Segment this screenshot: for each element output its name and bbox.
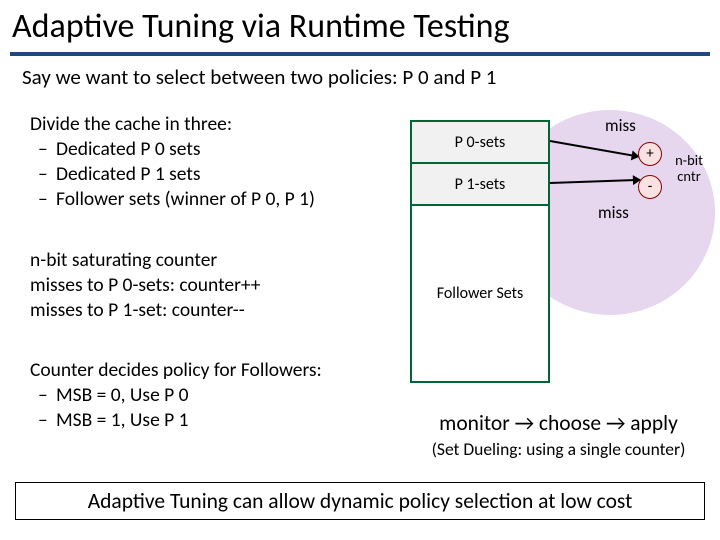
block3-intro: Counter decides policy for Followers: <box>30 358 400 383</box>
block2-l2: misses to P 0-sets: counter++ <box>30 273 400 298</box>
slide-subtitle: Say we want to select between two polici… <box>22 64 496 90</box>
miss-label-top: miss <box>605 115 636 136</box>
slide-title: Adaptive Tuning via Runtime Testing <box>12 6 510 47</box>
p0-sets-row: P 0-sets <box>412 122 548 164</box>
counter-label: n-bit cntr <box>668 153 710 185</box>
list-item: Dedicated P 1 sets <box>30 162 400 187</box>
block2-l3: misses to P 1-set: counter-- <box>30 298 400 323</box>
block1-intro: Divide the cache in three: <box>30 112 400 137</box>
list-item: Follower sets (winner of P 0, P 1) <box>30 187 400 212</box>
follower-sets-row: Follower Sets <box>412 206 548 381</box>
minus-icon: - <box>638 175 662 199</box>
block2-l1: n-bit saturating counter <box>30 248 400 273</box>
text-block-divide: Divide the cache in three: Dedicated P 0… <box>30 112 400 212</box>
diagram: P 0-sets P 1-sets Follower Sets miss mis… <box>410 120 710 420</box>
monitor-line: monitor → choose → apply <box>406 410 711 436</box>
slide: Adaptive Tuning via Runtime Testing Say … <box>0 0 720 540</box>
cache-box: P 0-sets P 1-sets Follower Sets <box>410 120 550 383</box>
footer-text: Adaptive Tuning can allow dynamic policy… <box>88 488 633 514</box>
text-block-counter: n-bit saturating counter misses to P 0-s… <box>30 248 400 323</box>
p1-sets-row: P 1-sets <box>412 164 548 206</box>
plus-icon: + <box>638 142 662 166</box>
title-rule <box>10 52 710 56</box>
list-item: Dedicated P 0 sets <box>30 137 400 162</box>
list-item: MSB = 1, Use P 1 <box>30 408 400 433</box>
miss-label-bottom: miss <box>598 202 629 223</box>
dueling-line: (Set Dueling: using a single counter) <box>406 438 711 460</box>
list-item: MSB = 0, Use P 0 <box>30 383 400 408</box>
text-block-decides: Counter decides policy for Followers: MS… <box>30 358 400 433</box>
footer-box: Adaptive Tuning can allow dynamic policy… <box>15 482 705 520</box>
